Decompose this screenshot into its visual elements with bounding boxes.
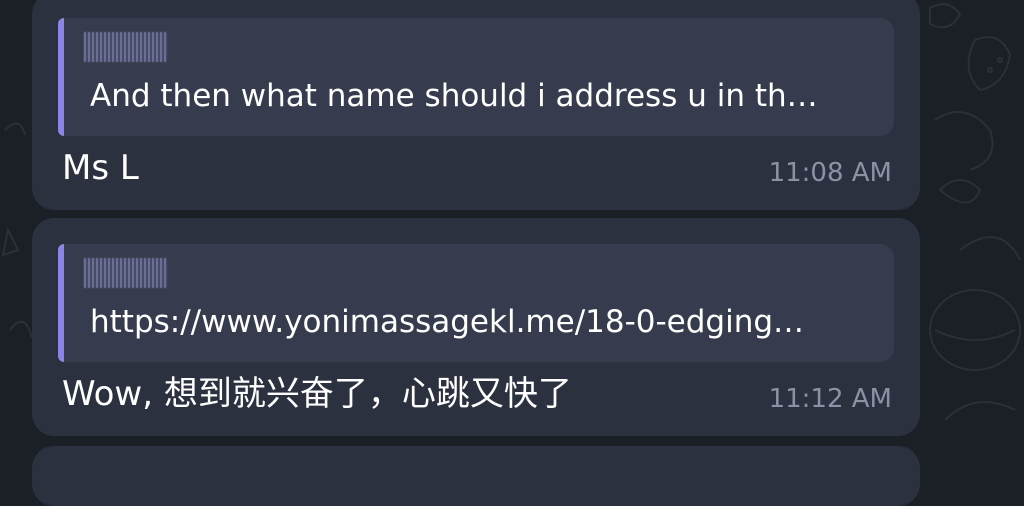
message-text: Wow, 想到就兴奋了，心跳又快了 [62, 374, 572, 414]
message-timestamp: 11:08 AM [768, 158, 892, 188]
reply-preview-text: And then what name should i address u in… [90, 78, 818, 114]
reply-sender-name-blurred [84, 32, 168, 62]
reply-sender-name-blurred [84, 258, 168, 288]
message-timestamp: 11:12 AM [768, 384, 892, 414]
message-bubble[interactable]: https://www.yonimassagekl.me/18-0-edging… [32, 218, 920, 436]
message-bubble-partial[interactable] [32, 446, 920, 506]
message-bubble[interactable]: And then what name should i address u in… [32, 0, 920, 210]
reply-accent-bar [58, 18, 64, 136]
message-text: Ms L [62, 148, 139, 188]
reply-quote[interactable]: And then what name should i address u in… [58, 18, 894, 136]
reply-accent-bar [58, 244, 64, 362]
reply-quote[interactable]: https://www.yonimassagekl.me/18-0-edging… [58, 244, 894, 362]
reply-preview-text: https://www.yonimassagekl.me/18-0-edging… [90, 304, 805, 340]
